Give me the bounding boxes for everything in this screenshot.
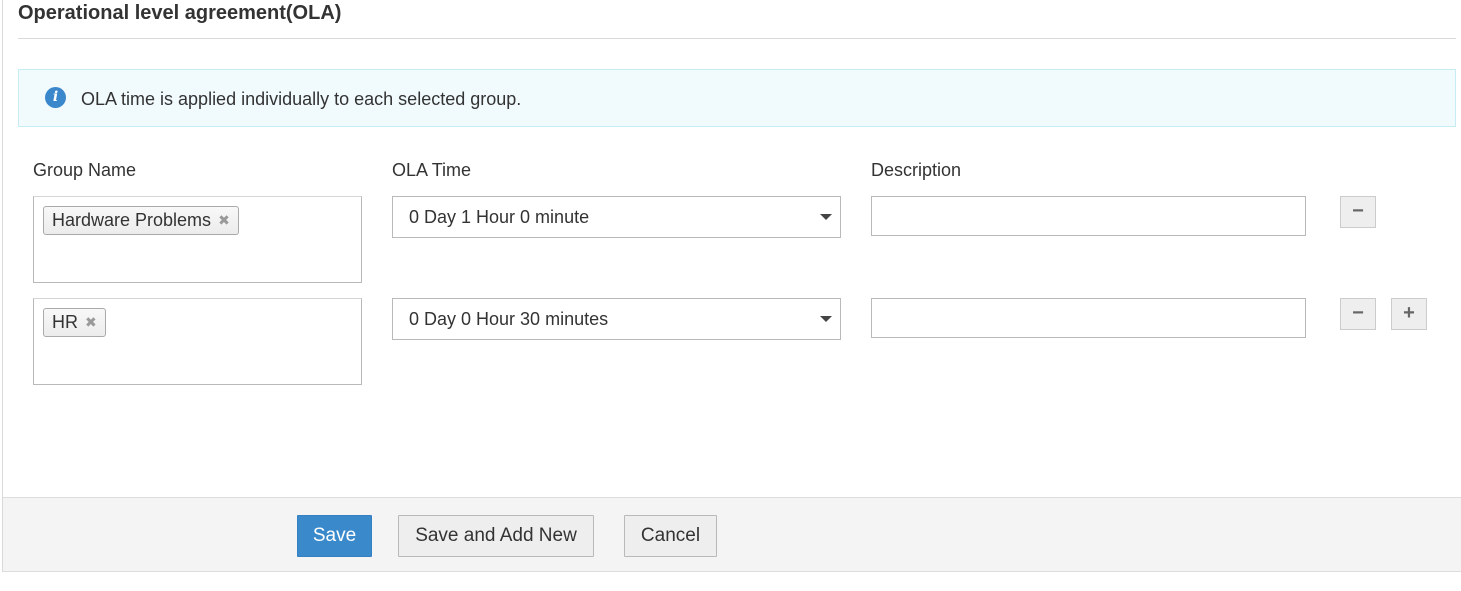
description-input-row-2[interactable] [871, 298, 1306, 338]
save-button[interactable]: Save [297, 515, 372, 557]
cancel-button[interactable]: Cancel [624, 515, 717, 557]
ola-time-select-row-1[interactable]: 0 Day 1 Hour 0 minute [392, 196, 841, 238]
save-and-add-new-button[interactable]: Save and Add New [398, 515, 594, 557]
group-chip-label: HR [52, 312, 78, 332]
group-select-row-1[interactable]: Hardware Problems ✖ [33, 196, 362, 283]
chip-remove-icon[interactable]: ✖ [85, 309, 97, 336]
remove-row-button[interactable]: − [1340, 298, 1376, 330]
group-chip: HR ✖ [43, 308, 106, 337]
info-message: OLA time is applied individually to each… [81, 89, 522, 109]
ola-time-select-row-2[interactable]: 0 Day 0 Hour 30 minutes [392, 298, 841, 340]
description-label: Description [871, 160, 962, 180]
group-chip-label: Hardware Problems [52, 210, 212, 230]
group-name-label: Group Name [33, 160, 137, 180]
ola-time-label: OLA Time [392, 160, 472, 180]
group-select-row-2[interactable]: HR ✖ [33, 298, 362, 385]
info-banner: i OLA time is applied individually to ea… [18, 69, 1456, 127]
add-row-button[interactable]: + [1391, 298, 1427, 330]
description-input-row-1[interactable] [871, 196, 1306, 236]
remove-row-button[interactable]: − [1340, 196, 1376, 228]
title-divider [18, 38, 1456, 39]
caret-down-icon [820, 214, 832, 220]
form-footer: Save Save and Add New Cancel [2, 497, 1461, 572]
chip-remove-icon[interactable]: ✖ [218, 207, 230, 234]
info-icon: i [45, 87, 66, 108]
section-title: Operational level agreement(OLA) [18, 2, 342, 24]
group-chip: Hardware Problems ✖ [43, 206, 239, 235]
caret-down-icon [820, 316, 832, 322]
ola-time-value: 0 Day 0 Hour 30 minutes [409, 309, 609, 329]
ola-time-value: 0 Day 1 Hour 0 minute [409, 207, 590, 227]
